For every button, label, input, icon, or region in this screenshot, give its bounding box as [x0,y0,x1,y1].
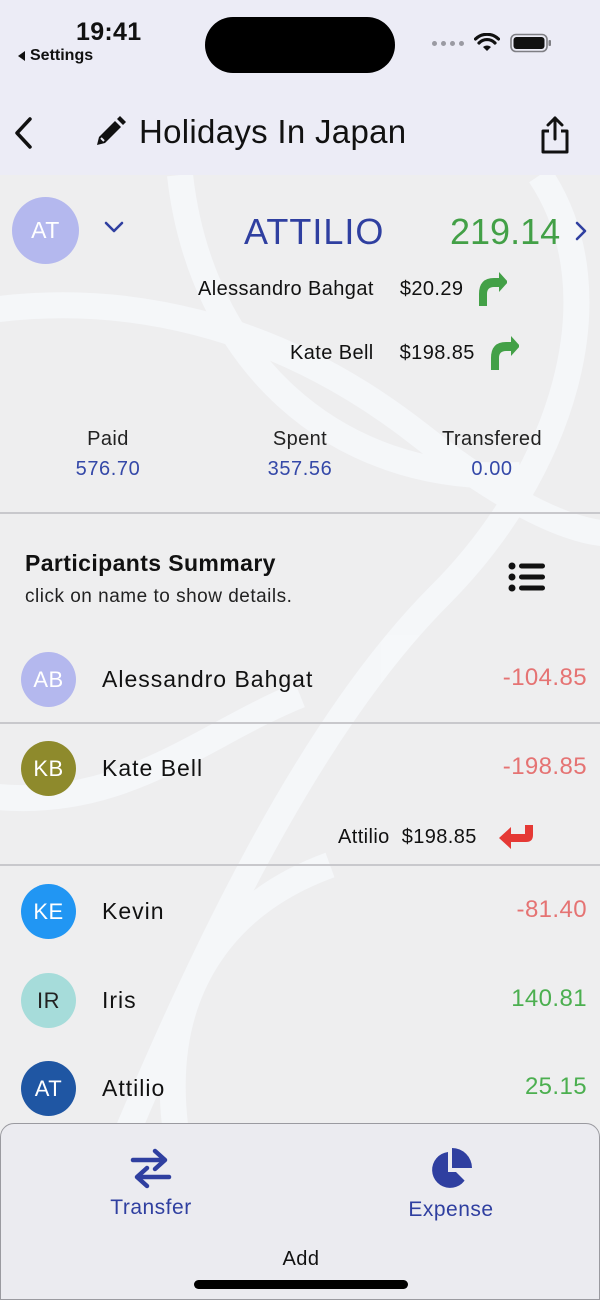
participant-name: Alessandro Bahgat [102,666,314,692]
avatar: KE [21,884,76,939]
system-icons [432,33,552,53]
back-chevron-icon[interactable] [12,115,36,151]
selected-participant-name: ATTILIO [244,211,385,252]
status-bar: 19:41 Settings [0,0,600,80]
participant-balance: -198.85 [502,753,587,780]
participant-balance: -104.85 [502,664,587,691]
stat-label: Spent [272,428,328,450]
home-indicator[interactable] [194,1280,408,1289]
page-title-text: Holidays In Japan [139,113,407,150]
participant-name: Attilio [102,1075,166,1101]
pencil-icon [97,116,126,145]
back-app-label: Settings [30,47,94,64]
signal-dots-icon [432,40,464,46]
participant-name: Kevin [102,898,165,924]
list-icon[interactable] [508,561,546,595]
selected-participant-amount: 219.14 [450,211,561,252]
debt-row: Kate Bell $198.85 [290,334,519,372]
transfer-button[interactable]: Transfer [86,1146,216,1220]
expense-button[interactable]: Expense [386,1146,516,1222]
stat-label: Paid [87,428,129,450]
arrow-up-turn-icon [490,336,519,370]
battery-icon [510,33,551,53]
participant-row[interactable]: AT Attilio 25.15 [0,1059,600,1119]
debt-amount: $20.29 [399,277,464,300]
stat-transfered: Transfered 0.00 [412,428,572,481]
participant-balance: -81.40 [516,896,587,923]
row-divider [0,722,600,724]
avatar: KB [21,741,76,796]
participant-balance: 25.15 [524,1073,587,1100]
stat-paid: Paid 576.70 [28,428,188,481]
back-to-settings[interactable]: Settings [18,47,93,65]
participant-debt-detail: Attilio $198.85 [338,823,537,851]
back-triangle-icon [18,51,25,61]
participant-name: Kate Bell [102,755,204,781]
selected-participant-avatar[interactable]: AT [12,197,79,264]
debt-name: Alessandro Bahgat [198,277,374,300]
summary-subtitle: click on name to show details. [25,586,293,607]
transfer-arrows-icon [130,1148,172,1189]
row-divider [0,864,600,866]
add-label: Add [282,1248,320,1270]
participant-row[interactable]: AB Alessandro Bahgat -104.85 [0,650,600,710]
avatar: AB [21,652,76,707]
stat-value: 576.70 [75,458,141,480]
pie-chart-icon [432,1148,472,1188]
chevron-right-icon[interactable] [574,220,588,242]
participant-row[interactable]: IR Iris 140.81 [0,971,600,1031]
transfer-label: Transfer [110,1196,192,1219]
participant-row[interactable]: KB Kate Bell -198.85 [0,739,600,799]
summary-title: Participants Summary [25,550,276,576]
participant-row[interactable]: KE Kevin -81.40 [0,882,600,942]
avatar: AT [21,1061,76,1116]
share-icon[interactable] [540,115,570,155]
stat-value: 357.56 [267,458,333,480]
add-bottom-sheet: Transfer Expense Add [0,1123,600,1300]
wifi-icon [474,33,500,51]
participant-balance: 140.81 [511,985,587,1012]
stat-value: 0.00 [471,458,513,480]
stat-label: Transfered [442,428,542,450]
debt-row: Alessandro Bahgat $20.29 [198,270,508,308]
stat-spent: Spent 357.56 [220,428,380,481]
participant-name: Iris [102,987,137,1013]
page-title[interactable]: Holidays In Japan [93,113,406,151]
dynamic-island [205,17,395,73]
arrow-up-turn-icon [479,272,508,306]
section-divider [0,512,600,514]
debt-amount: $198.85 [401,825,477,848]
expense-label: Expense [408,1198,494,1221]
return-arrow-icon [498,825,533,849]
debt-name: Kate Bell [290,341,374,364]
chevron-down-icon[interactable] [104,220,124,234]
debt-amount: $198.85 [399,341,475,364]
status-time: 19:41 [76,18,142,46]
navigation-bar: Holidays In Japan [0,95,600,175]
debt-name: Attilio [338,825,390,848]
avatar: IR [21,973,76,1028]
